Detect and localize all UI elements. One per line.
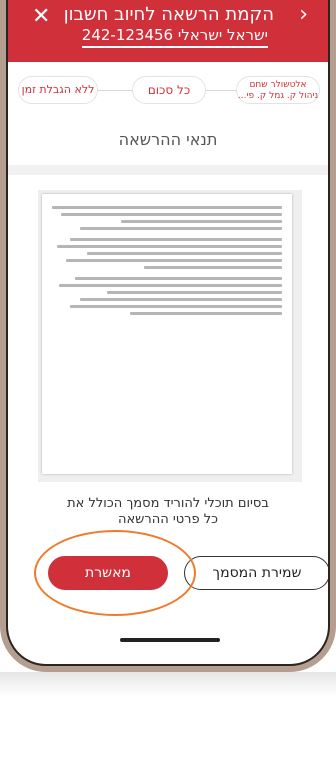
doc-text-line [70,305,282,308]
doc-text-line [75,277,282,280]
step-fund[interactable]: אלטשולר שחם ניהול ק. גמל ק. פי... [236,76,320,104]
close-icon[interactable]: ✕ [32,6,50,28]
doc-text-line [70,238,282,241]
app-screen: ✕ › הקמת הרשאה לחיוב חשבון ישראל ישראלי … [6,0,330,666]
bottom-shadow [0,672,336,696]
doc-text-line [58,284,282,287]
document-preview[interactable] [38,190,302,482]
highlight-ring [34,530,196,616]
doc-text-line [65,259,282,262]
step-fund-name: אלטשולר שחם [249,80,307,90]
section-title: תנאי ההרשאה [118,130,218,149]
doc-text-line [79,298,282,301]
doc-text-line [52,206,282,209]
save-document-button[interactable]: שמירת המסמך [184,556,328,590]
step-amount[interactable]: כל סכום [132,76,206,104]
home-indicator [120,638,220,642]
doc-text-line [61,213,282,216]
document-page [42,194,292,474]
download-note: בסיום תוכלי להוריד מסמך הכולל את כל פרטי… [8,496,328,528]
step-fund-detail: ניהול ק. גמל ק. פי... [237,91,319,101]
account-subtitle: ישראל ישראלי 242-123456 [81,26,268,48]
doc-text-line [86,252,282,255]
doc-text-line [79,227,282,230]
divider [8,165,328,175]
doc-text-line [56,245,282,248]
app-header: ✕ › הקמת הרשאה לחיוב חשבון ישראל ישראלי … [8,0,328,62]
doc-text-line [121,220,282,223]
download-note-line2: כל פרטי ההרשאה [117,512,219,527]
doc-text-line [130,312,282,315]
page-title: הקמת הרשאה לחיוב חשבון [63,4,274,25]
phone-frame: ✕ › הקמת הרשאה לחיוב חשבון ישראל ישראלי … [0,0,336,672]
doc-text-line [144,266,282,269]
back-icon[interactable]: › [299,4,308,26]
step-time-limit[interactable]: ללא הגבלת זמן [18,76,98,104]
stepper: אלטשולר שחם ניהול ק. גמל ק. פי... כל סכו… [8,70,328,114]
download-note-line1: בסיום תוכלי להוריד מסמך הכולל את [67,496,269,511]
doc-text-line [107,291,282,294]
